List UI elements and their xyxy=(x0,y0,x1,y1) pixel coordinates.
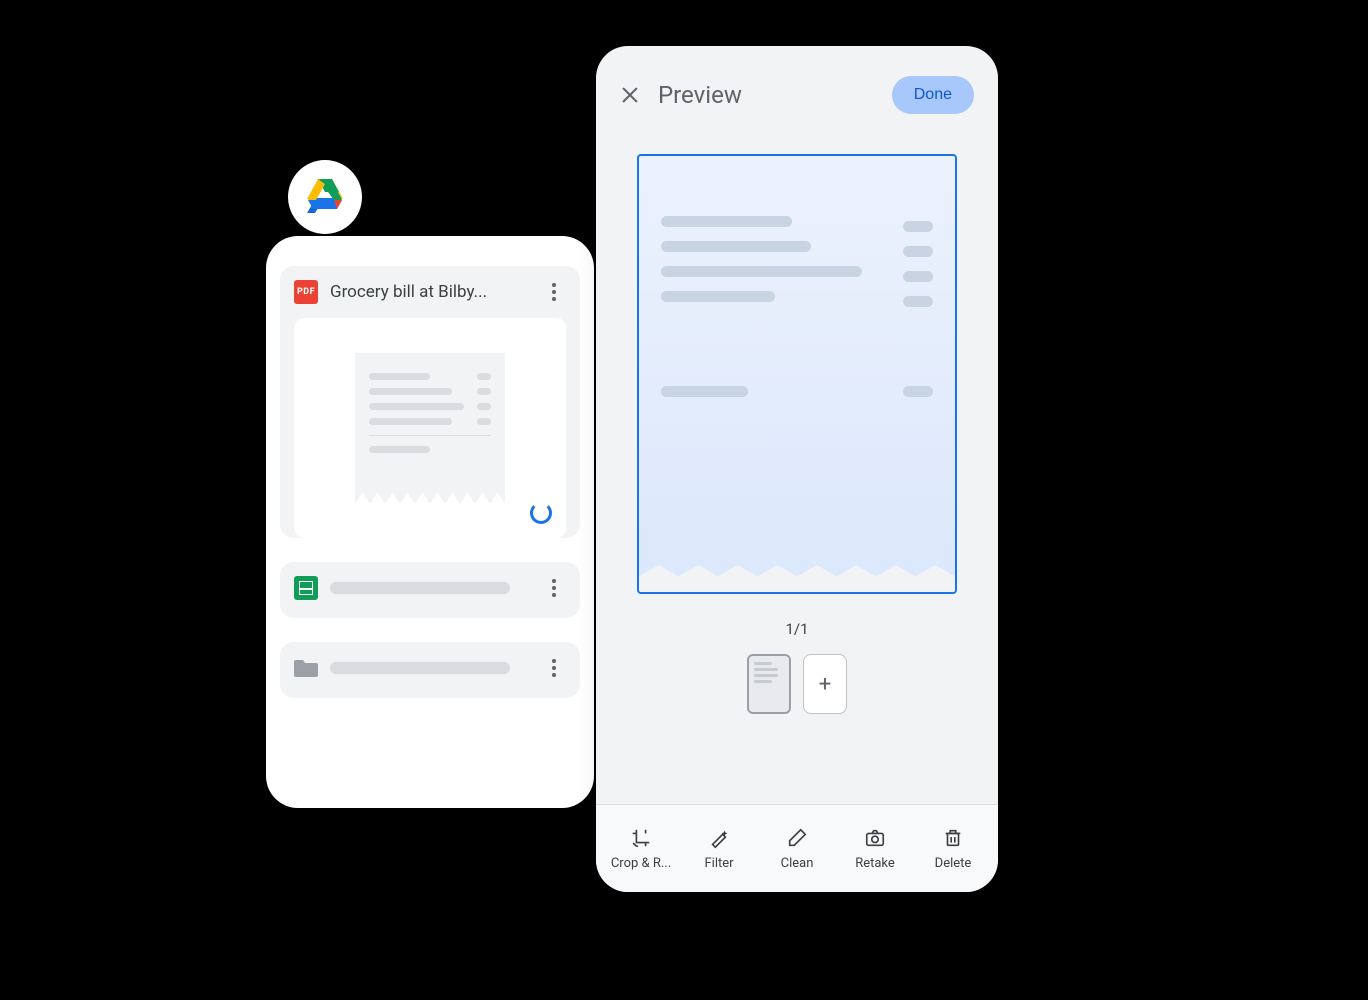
toolbar-label: Crop & R... xyxy=(611,856,671,871)
loading-spinner-icon xyxy=(530,502,552,524)
drive-files-card: PDF Grocery bill at Bilby... xyxy=(266,236,594,808)
toolbar-label: Clean xyxy=(781,856,814,871)
sheets-icon xyxy=(294,576,318,600)
filter-button[interactable]: Filter xyxy=(680,826,758,871)
crop-rotate-icon xyxy=(629,826,653,850)
file-thumbnail-preview xyxy=(294,318,566,538)
eraser-icon xyxy=(785,826,809,850)
camera-icon xyxy=(863,826,887,850)
file-title-placeholder xyxy=(330,582,510,594)
delete-button[interactable]: Delete xyxy=(914,826,992,871)
file-item-pdf[interactable]: PDF Grocery bill at Bilby... xyxy=(280,266,580,538)
google-drive-icon xyxy=(305,179,345,215)
crop-rotate-button[interactable]: Crop & R... xyxy=(602,826,680,871)
file-title-placeholder xyxy=(330,662,510,674)
trash-icon xyxy=(941,826,965,850)
done-button[interactable]: Done xyxy=(892,76,974,114)
page-thumbnails-row: + xyxy=(747,654,847,714)
file-item-sheets[interactable] xyxy=(280,562,580,618)
pdf-icon: PDF xyxy=(294,280,318,304)
preview-header: Preview Done xyxy=(596,46,998,134)
toolbar-label: Delete xyxy=(935,856,972,871)
scan-preview-panel: Preview Done 1/1 + xyxy=(596,46,998,892)
page-thumbnail[interactable] xyxy=(747,654,791,714)
toolbar-label: Retake xyxy=(855,856,895,871)
more-menu-button[interactable] xyxy=(542,280,566,304)
page-indicator: 1/1 xyxy=(785,620,808,638)
more-menu-button[interactable] xyxy=(542,656,566,680)
drive-logo-badge xyxy=(288,160,362,234)
preview-body: 1/1 + xyxy=(596,134,998,804)
file-item-folder[interactable] xyxy=(280,642,580,698)
more-menu-button[interactable] xyxy=(542,576,566,600)
close-button[interactable] xyxy=(620,85,640,105)
retake-button[interactable]: Retake xyxy=(836,826,914,871)
add-page-button[interactable]: + xyxy=(803,654,847,714)
preview-title: Preview xyxy=(658,81,874,109)
preview-toolbar: Crop & R... Filter Clean xyxy=(596,804,998,892)
receipt-thumbnail xyxy=(355,353,505,503)
folder-icon xyxy=(294,656,318,680)
clean-button[interactable]: Clean xyxy=(758,826,836,871)
file-title: Grocery bill at Bilby... xyxy=(330,282,530,302)
magic-wand-icon xyxy=(707,826,731,850)
scanned-document-preview[interactable] xyxy=(637,154,957,594)
toolbar-label: Filter xyxy=(704,856,733,871)
